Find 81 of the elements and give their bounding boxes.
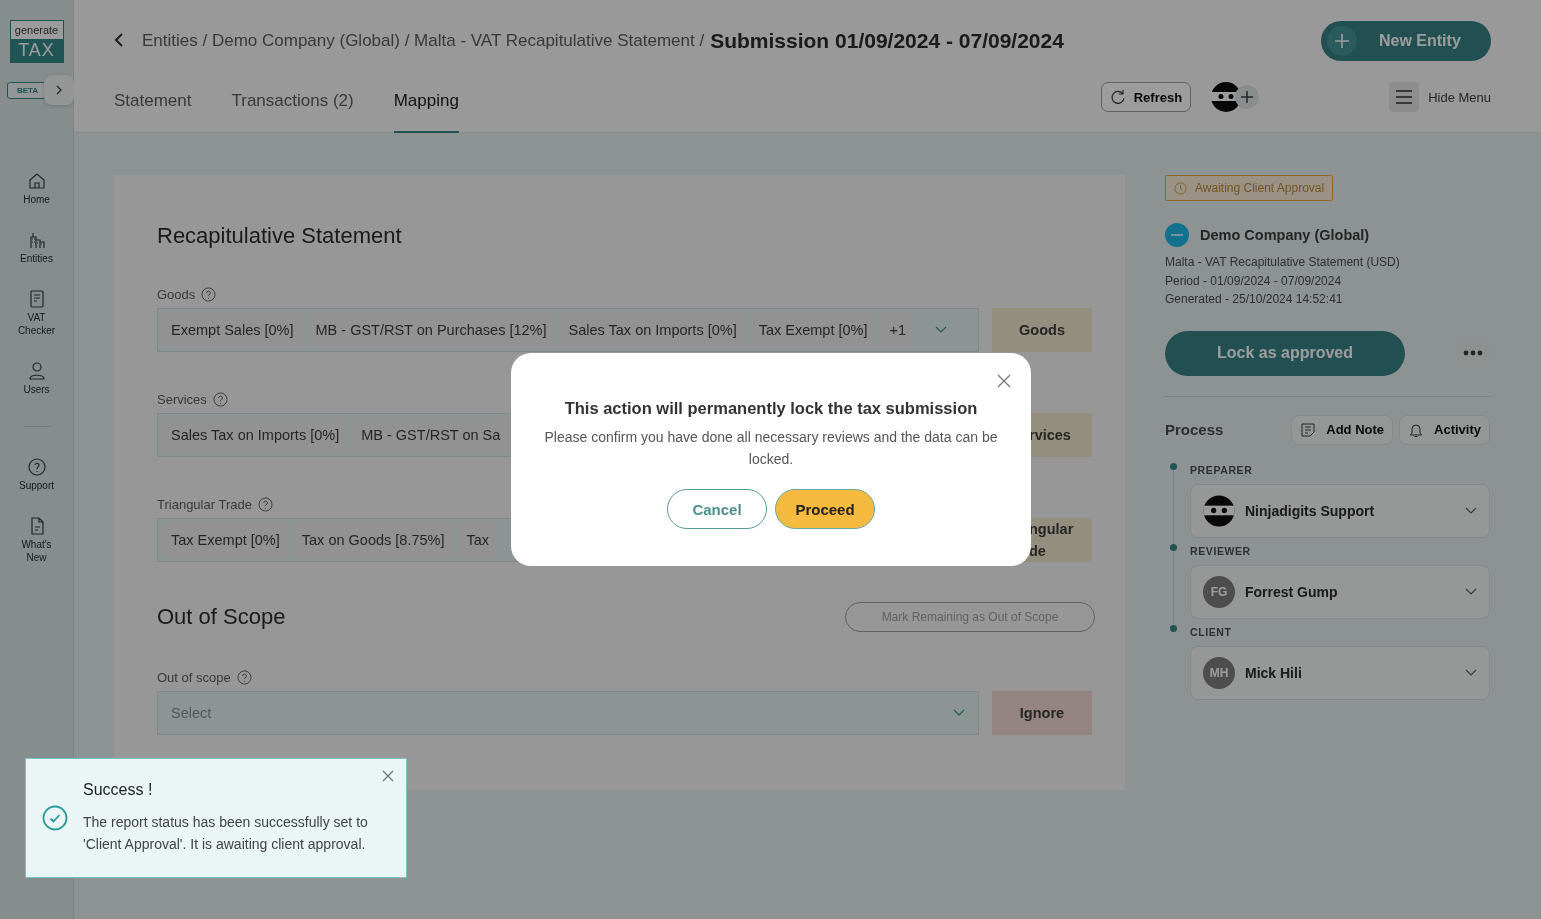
field-label: Triangular Trade xyxy=(157,497,252,512)
page-title: Submission 01/09/2024 - 07/09/2024 xyxy=(710,29,1064,53)
assignee-select[interactable]: Ninjadigits Support xyxy=(1190,483,1490,538)
tab[interactable]: Mapping xyxy=(393,61,459,133)
tag: Tax on Goods [8.75%] xyxy=(292,522,454,558)
company-logo-icon xyxy=(1165,223,1189,247)
timeline-dot xyxy=(1170,543,1177,551)
chevron-icon xyxy=(1465,668,1477,677)
logo: generate TAX xyxy=(9,20,64,63)
lock-button[interactable]: Lock as approved xyxy=(1165,330,1405,376)
refresh-icon xyxy=(1109,89,1126,105)
role-label: CLIENT xyxy=(1190,625,1232,638)
company-name: Demo Company (Global) xyxy=(1200,227,1370,243)
tag: MB - GST/RST on Purchases [12%] xyxy=(306,312,556,348)
tab[interactable]: Transactions (2) xyxy=(231,61,354,133)
bell-icon xyxy=(1408,421,1425,438)
field-label: Goods xyxy=(157,287,196,302)
detail-text: Period - 01/09/2024 - 07/09/2024 xyxy=(1165,272,1342,290)
nav-item[interactable]: Support xyxy=(6,457,67,492)
toast-message: The report status has been successfully set to 'Client Approval'. It is awaiting client approval. xyxy=(83,813,369,854)
nav-item[interactable]: What's New xyxy=(6,516,67,564)
menu-icon[interactable] xyxy=(1389,82,1420,112)
role-label: REVIEWER xyxy=(1190,544,1251,557)
chevron-icon xyxy=(1465,587,1477,596)
status-badge: Awaiting Client Approval xyxy=(1165,175,1334,201)
help-icon xyxy=(236,670,252,685)
help-icon xyxy=(201,287,217,302)
refresh-button[interactable]: Refresh xyxy=(1100,82,1192,112)
ignore-button[interactable]: Ignore xyxy=(992,691,1092,735)
clock-icon xyxy=(1174,181,1187,195)
nav-item[interactable]: Users xyxy=(6,361,67,396)
section-title: Recapitulative Statement xyxy=(157,223,403,249)
tag: Exempt Sales [0%] xyxy=(162,312,303,348)
field-label: Services xyxy=(157,392,207,407)
help-icon xyxy=(257,497,273,512)
cancel-button[interactable]: Cancel xyxy=(667,489,767,529)
proceed-button[interactable]: Proceed xyxy=(775,489,875,529)
avatar-icon xyxy=(1203,494,1235,527)
nav-item[interactable]: VAT Checker xyxy=(6,289,67,337)
field-label: Out of scope xyxy=(157,670,231,685)
user-icon xyxy=(26,361,47,381)
section-title: Out of Scope xyxy=(157,604,286,630)
tag: MB - GST/RST on Sa xyxy=(352,417,510,453)
plus-icon xyxy=(1334,33,1350,49)
avatar: MH xyxy=(1203,656,1235,689)
toast-title: Success ! xyxy=(83,781,154,799)
chevron-icon xyxy=(1465,506,1477,515)
assignee-select[interactable]: FG Forrest Gump xyxy=(1190,564,1490,619)
nav-item[interactable]: Home xyxy=(6,171,67,206)
plus-icon xyxy=(1240,90,1255,104)
activity-button[interactable]: Activity xyxy=(1399,414,1490,445)
tag: Tax xyxy=(457,522,499,558)
add-note-button[interactable]: Add Note xyxy=(1291,414,1394,445)
tag: Sales Tax on Imports [0%] xyxy=(162,417,349,453)
assignee-select[interactable]: MH Mick Hili xyxy=(1190,645,1490,700)
check-circle-icon xyxy=(42,805,68,831)
hide-menu-link[interactable]: Hide Menu xyxy=(1428,89,1491,105)
chevron-icon xyxy=(935,326,948,334)
nav-item[interactable]: Entities xyxy=(6,230,67,265)
chevron-icon xyxy=(953,709,965,717)
note-icon xyxy=(1300,421,1317,438)
role-label: PREPARER xyxy=(1190,463,1253,476)
timeline-dot xyxy=(1170,624,1177,632)
tag: Sales Tax on Imports [0%] xyxy=(559,312,746,348)
detail-text: Generated - 25/10/2024 14:52:41 xyxy=(1165,291,1343,308)
tag: Tax Exempt [0%] xyxy=(162,522,289,558)
tab[interactable]: Statement xyxy=(114,61,192,133)
section-title: Process xyxy=(1165,421,1224,438)
help-icon xyxy=(212,392,228,407)
tag: Tax Exempt [0%] xyxy=(749,312,877,348)
add-user-button[interactable] xyxy=(1235,85,1260,109)
multi-select-field[interactable]: Exempt Sales [0%] MB - GST/RST on Purchases [12%] Sales Tax on Imports [0%] Tax Exempt [0%] +1 xyxy=(157,308,979,352)
more-tag: +1 xyxy=(880,312,916,348)
breadcrumb: Entities / Demo Company (Global) / Malta - VAT Recapitulative Statement / xyxy=(142,31,705,51)
timeline-dot xyxy=(1170,462,1177,470)
category-button[interactable]: Goods xyxy=(992,308,1092,352)
help-icon xyxy=(26,457,47,477)
detail-text: Malta - VAT Recapitulative Statement (USD) xyxy=(1165,254,1400,271)
new-entity-button[interactable]: New Entity xyxy=(1321,21,1491,61)
avatar: FG xyxy=(1203,575,1235,608)
home-icon xyxy=(26,171,47,191)
